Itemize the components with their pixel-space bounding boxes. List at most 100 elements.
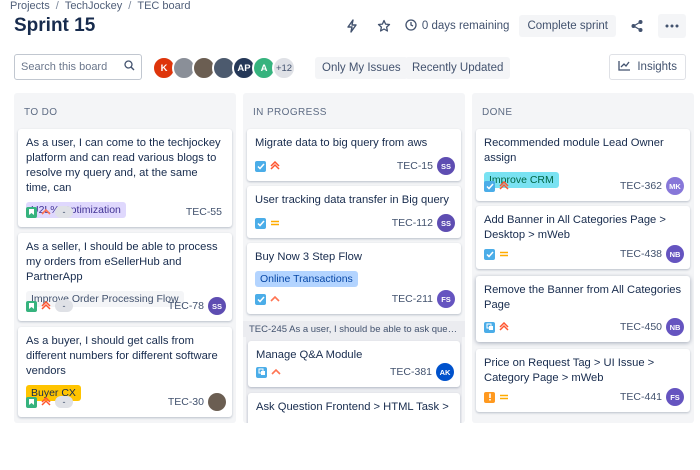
issue-title: As a seller, I should be able to process… bbox=[26, 241, 218, 283]
assignee-avatar[interactable]: AK bbox=[436, 363, 454, 381]
breadcrumb-separator: / bbox=[128, 0, 132, 12]
story-icon bbox=[26, 300, 37, 312]
breadcrumb-project[interactable]: TechJockey bbox=[65, 0, 122, 12]
issue-card[interactable]: Remove the Banner from All Categories Pa… bbox=[476, 276, 690, 342]
assignee-avatar[interactable]: SS bbox=[208, 297, 226, 315]
priority-high-icon bbox=[41, 393, 51, 411]
column-todo: TO DO As a user, I can come to the techj… bbox=[14, 93, 236, 423]
issue-title: Buy Now 3 Step Flow bbox=[255, 251, 362, 263]
issue-key[interactable]: TEC-438 bbox=[620, 248, 662, 260]
breadcrumb-projects[interactable]: Projects bbox=[10, 0, 50, 12]
assignee-avatar[interactable]: NB bbox=[666, 318, 684, 336]
task-icon bbox=[255, 217, 266, 229]
issue-title: As a buyer, I should get calls from diff… bbox=[26, 335, 218, 377]
estimate-badge[interactable]: - bbox=[55, 206, 73, 218]
breadcrumb-separator: / bbox=[55, 0, 59, 12]
issue-key[interactable]: TEC-381 bbox=[390, 366, 432, 378]
subtask-group: Manage Q&A Module TEC-381 AK Ask Questio… bbox=[246, 337, 462, 423]
assignee-avatar[interactable]: SS bbox=[437, 214, 455, 232]
story-icon bbox=[26, 206, 37, 218]
task-icon bbox=[255, 160, 266, 172]
subtask-card[interactable]: Manage Q&A Module TEC-381 AK bbox=[248, 341, 460, 387]
priority-high-icon bbox=[41, 297, 51, 315]
issue-title: As a user, I can come to the techjockey … bbox=[26, 137, 221, 194]
issue-title: Add Banner in All Categories Page > Desk… bbox=[484, 214, 666, 241]
story-icon bbox=[26, 396, 37, 408]
issue-key[interactable]: TEC-362 bbox=[620, 180, 662, 192]
issue-card[interactable]: Add Banner in All Categories Page > Desk… bbox=[476, 206, 690, 269]
more-icon bbox=[665, 24, 679, 28]
subtask-icon bbox=[484, 321, 495, 333]
issue-key[interactable]: TEC-441 bbox=[620, 391, 662, 403]
estimate-badge[interactable]: - bbox=[55, 396, 73, 408]
issue-key[interactable]: TEC-112 bbox=[392, 217, 433, 229]
priority-medium-icon bbox=[271, 363, 281, 381]
issue-card[interactable]: As a seller, I should be able to process… bbox=[18, 233, 232, 321]
column-done: DONE Recommended module Lead Owner assig… bbox=[472, 93, 694, 423]
insights-label: Insights bbox=[637, 61, 677, 73]
issue-card[interactable]: User tracking data transfer in Big query… bbox=[247, 186, 461, 238]
priority-medium-icon bbox=[270, 290, 280, 308]
issue-key[interactable]: TEC-55 bbox=[186, 206, 222, 218]
issue-key[interactable]: TEC-30 bbox=[168, 396, 204, 408]
search-input[interactable]: Search this board bbox=[14, 54, 142, 80]
issue-card[interactable]: Migrate data to big query from aws TEC-1… bbox=[247, 129, 461, 181]
complete-sprint-button[interactable]: Complete sprint bbox=[519, 15, 616, 37]
assignee-avatar[interactable]: NB bbox=[666, 245, 684, 263]
priority-medium-icon bbox=[499, 388, 509, 406]
page-title: Sprint 15 bbox=[14, 15, 96, 36]
issue-title: User tracking data transfer in Big query bbox=[255, 194, 450, 206]
epic-tag: Online Transactions bbox=[255, 271, 358, 287]
priority-high-icon bbox=[499, 318, 509, 336]
star-icon[interactable] bbox=[373, 15, 395, 37]
share-icon[interactable] bbox=[626, 15, 648, 37]
subtask-icon bbox=[256, 366, 267, 378]
issue-title: Ask Question Frontend > HTML Task > bbox=[256, 401, 449, 413]
search-icon bbox=[124, 60, 135, 74]
priority-high-icon bbox=[270, 157, 280, 175]
issue-card[interactable]: Price on Request Tag > UI Issue > Catego… bbox=[476, 349, 690, 412]
bug-icon bbox=[484, 391, 495, 403]
column-title: DONE bbox=[482, 107, 513, 118]
estimate-badge[interactable]: - bbox=[55, 300, 73, 312]
assignee-avatar[interactable]: FS bbox=[666, 388, 684, 406]
issue-key[interactable]: TEC-450 bbox=[620, 321, 662, 333]
insights-button[interactable]: Insights bbox=[609, 54, 686, 80]
assignee-avatar[interactable]: SS bbox=[437, 157, 455, 175]
assignee-avatar[interactable] bbox=[208, 393, 226, 411]
column-title: IN PROGRESS bbox=[253, 107, 327, 118]
chart-icon bbox=[618, 60, 631, 74]
assignee-avatar[interactable]: MK bbox=[666, 177, 684, 195]
clock-icon bbox=[405, 18, 417, 34]
issue-key[interactable]: TEC-211 bbox=[392, 293, 433, 305]
column-in-progress: IN PROGRESS Migrate data to big query fr… bbox=[243, 93, 465, 423]
more-options-button[interactable] bbox=[658, 14, 686, 38]
issue-title: Migrate data to big query from aws bbox=[255, 137, 428, 149]
issue-title: Remove the Banner from All Categories Pa… bbox=[484, 284, 682, 311]
days-remaining: 0 days remaining bbox=[405, 18, 509, 34]
issue-title: Manage Q&A Module bbox=[256, 349, 363, 361]
issue-card[interactable]: As a user, I can come to the techjockey … bbox=[18, 129, 232, 227]
assignee-avatar[interactable]: FS bbox=[437, 290, 455, 308]
recently-updated-button[interactable]: Recently Updated bbox=[405, 57, 511, 79]
subtask-group-header[interactable]: TEC-245 As a user, I should be able to a… bbox=[243, 321, 465, 337]
breadcrumb: Projects / TechJockey / TEC board bbox=[10, 0, 191, 12]
issue-title: Price on Request Tag > UI Issue > Catego… bbox=[484, 357, 655, 384]
issue-card[interactable]: Recommended module Lead Owner assign Imp… bbox=[476, 129, 690, 201]
issue-key[interactable]: TEC-15 bbox=[397, 160, 433, 172]
priority-medium-icon bbox=[41, 203, 51, 221]
priority-medium-icon bbox=[499, 245, 509, 263]
breadcrumb-board[interactable]: TEC board bbox=[137, 0, 190, 12]
only-my-issues-button[interactable]: Only My Issues bbox=[315, 57, 408, 79]
subtask-card[interactable]: Ask Question Frontend > HTML Task > bbox=[248, 393, 460, 423]
priority-high-icon bbox=[499, 177, 509, 195]
header-actions: 0 days remaining Complete sprint bbox=[341, 14, 686, 38]
issue-card[interactable]: Buy Now 3 Step Flow Online Transactions … bbox=[247, 243, 461, 314]
lightning-icon[interactable] bbox=[341, 15, 363, 37]
issue-key[interactable]: TEC-78 bbox=[168, 300, 204, 312]
issue-title: Recommended module Lead Owner assign bbox=[484, 137, 664, 164]
assignee-filter: K AP A +12 bbox=[152, 56, 296, 80]
issue-card[interactable]: As a buyer, I should get calls from diff… bbox=[18, 327, 232, 417]
more-assignees-button[interactable]: +12 bbox=[272, 56, 296, 80]
priority-medium-icon bbox=[270, 214, 280, 232]
